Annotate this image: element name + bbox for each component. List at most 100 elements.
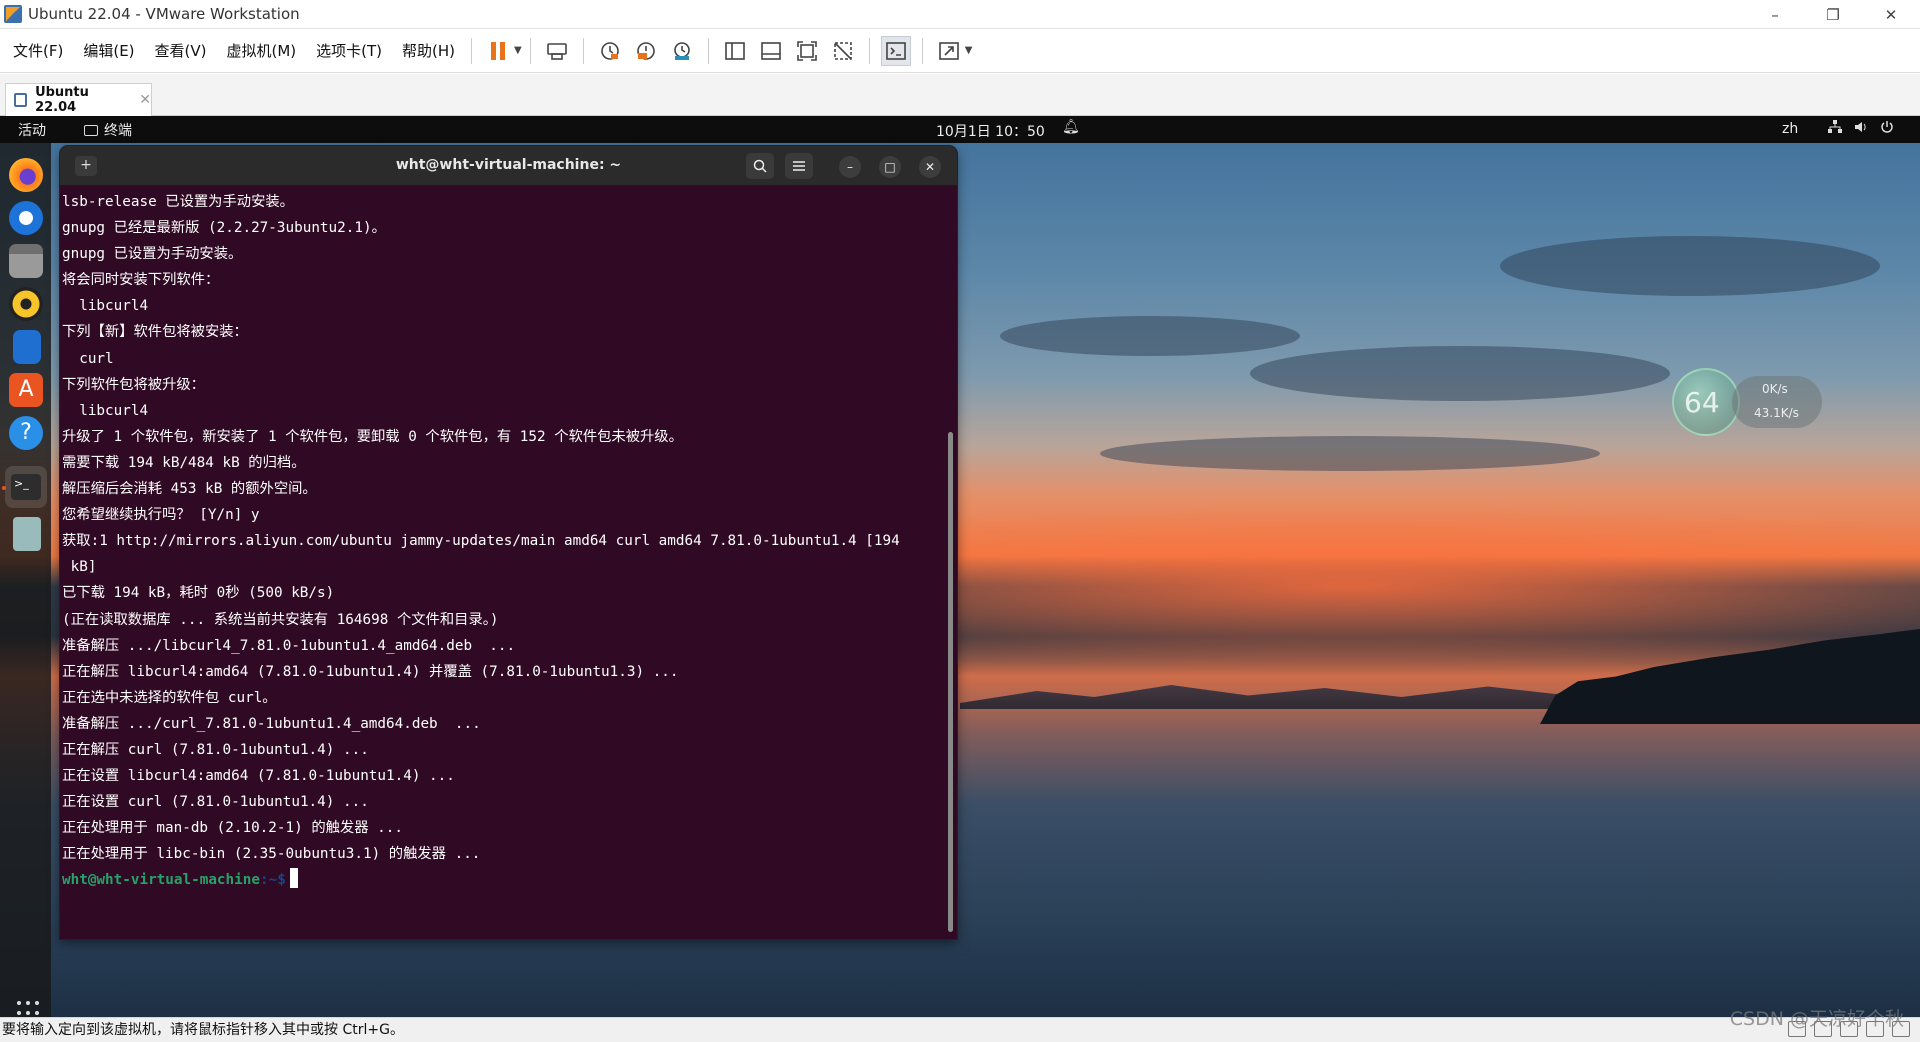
network-speed-widget[interactable]: 64 0K/s 43.1K/s xyxy=(1672,368,1822,436)
console-view-icon[interactable] xyxy=(880,35,911,66)
rhythmbox-icon[interactable] xyxy=(9,287,43,321)
vmware-menubar: 文件(F) 编辑(E) 查看(V) 虚拟机(M) 选项卡(T) 帮助(H) ▼ … xyxy=(0,29,1920,73)
send-ctrl-alt-del-icon[interactable] xyxy=(542,36,572,66)
terminal-line: (正在读取数据库 ... 系统当前共安装有 164698 个文件和目录。) xyxy=(62,611,499,628)
vm-icon xyxy=(14,93,28,107)
upload-speed: 0K/s xyxy=(1762,382,1788,396)
terminal-line: 正在设置 libcurl4:amd64 (7.81.0-1ubuntu1.4) … xyxy=(62,768,455,785)
wallpaper-treeline xyxy=(1540,629,1920,724)
ubuntu-dock: A ? >_ xyxy=(0,143,51,1017)
snapshot-icon[interactable] xyxy=(595,36,625,66)
tab-ubuntu[interactable]: Ubuntu 22.04 ✕ xyxy=(5,83,152,116)
wallpaper-cloud xyxy=(1500,236,1880,296)
terminal-line: gnupg 已经是最新版 (2.2.27-3ubuntu2.1)。 xyxy=(62,220,386,237)
restore-button[interactable]: ❐ xyxy=(1804,0,1862,29)
menu-file[interactable]: 文件(F) xyxy=(5,40,71,61)
unity-mode-icon[interactable] xyxy=(828,36,858,66)
menu-view[interactable]: 查看(V) xyxy=(147,40,215,61)
toolbar-separator xyxy=(582,37,584,64)
terminal-window[interactable]: + wht@wht-virtual-machine: ~ – □ ✕ lsb-r… xyxy=(60,146,957,939)
volume-icon xyxy=(1855,122,1866,132)
wallpaper-cloud xyxy=(1000,316,1300,356)
terminal-line: 正在解压 curl (7.81.0-1ubuntu1.4) ... xyxy=(62,741,369,758)
snapshot-manager-icon[interactable] xyxy=(667,36,697,66)
terminal-line: libcurl4 xyxy=(62,298,149,315)
terminal-line: curl xyxy=(62,350,114,367)
pause-icon[interactable] xyxy=(483,36,513,66)
search-icon[interactable] xyxy=(746,153,774,179)
prompt-path: :~$ xyxy=(259,872,286,889)
stretch-guest-icon[interactable] xyxy=(934,36,964,66)
status-message: 要将输入定向到该虚拟机，请将鼠标指针移入其中或按 Ctrl+G。 xyxy=(2,1022,404,1038)
system-tray[interactable] xyxy=(1828,120,1894,134)
terminal-line: 正在设置 curl (7.81.0-1ubuntu1.4) ... xyxy=(62,794,369,811)
terminal-line: 解压缩后会消耗 453 kB 的额外空间。 xyxy=(62,481,317,498)
firefox-icon[interactable] xyxy=(9,158,43,192)
activities-button[interactable]: 活动 xyxy=(18,120,46,140)
terminal-title: wht@wht-virtual-machine: ~ xyxy=(395,157,622,173)
terminal-scrollbar[interactable] xyxy=(948,432,953,932)
revert-snapshot-icon[interactable] xyxy=(631,36,661,66)
menu-tabs[interactable]: 选项卡(T) xyxy=(308,40,390,61)
writer-icon[interactable] xyxy=(13,330,41,364)
memory-usage-ball: 64 xyxy=(1672,368,1740,436)
app-menu[interactable]: 终端 xyxy=(84,120,132,140)
terminal-line: 需要下载 194 kB/484 kB 的归档。 xyxy=(62,454,306,471)
app-grid-icon[interactable] xyxy=(17,1001,41,1017)
terminal-line: kB] xyxy=(62,559,97,576)
files-icon[interactable] xyxy=(9,244,43,278)
terminal-line: 已下载 194 kB，耗时 0秒 (500 kB/s) xyxy=(62,585,335,602)
terminal-icon xyxy=(84,124,98,136)
close-button[interactable]: ✕ xyxy=(1862,0,1920,29)
trash-icon[interactable] xyxy=(13,517,41,551)
menu-vm[interactable]: 虚拟机(M) xyxy=(219,40,305,61)
tab-close-icon[interactable]: ✕ xyxy=(139,92,151,108)
clock[interactable]: 10月1日 10：50 xyxy=(936,121,1045,141)
app-menu-label: 终端 xyxy=(104,123,132,139)
power-icon xyxy=(1881,121,1893,133)
watermark: CSDN @天凉好个秋 xyxy=(1729,1008,1904,1030)
terminal-dock-item[interactable]: >_ xyxy=(5,466,47,508)
terminal-line: 获取:1 http://mirrors.aliyun.com/ubuntu ja… xyxy=(62,533,900,550)
toolbar-separator xyxy=(921,37,923,64)
close-icon[interactable]: ✕ xyxy=(919,156,941,178)
full-screen-icon[interactable] xyxy=(792,36,822,66)
menu-help[interactable]: 帮助(H) xyxy=(394,40,463,61)
toolbar-separator xyxy=(707,37,709,64)
pause-dropdown-icon[interactable]: ▼ xyxy=(514,45,522,56)
guest-desktop[interactable]: 活动 终端 10月1日 10：50 🔔︎ zh A ? >_ 64 0K/s 4… xyxy=(0,116,1920,1017)
minimize-icon[interactable]: – xyxy=(839,156,861,178)
running-indicator xyxy=(2,486,6,490)
terminal-output[interactable]: lsb-release 已设置为手动安装。 gnupg 已经是最新版 (2.2.… xyxy=(62,186,943,939)
stretch-dropdown-icon[interactable]: ▼ xyxy=(965,45,973,56)
minimize-button[interactable]: – xyxy=(1746,0,1804,29)
help-icon[interactable]: ? xyxy=(9,416,43,450)
terminal-line: 将会同时安装下列软件： xyxy=(62,272,220,289)
terminal-line: 下列软件包将被升级： xyxy=(62,376,205,393)
prompt-user: wht@wht-virtual-machine xyxy=(62,872,260,889)
gnome-topbar: 活动 终端 10月1日 10：50 🔔︎ zh xyxy=(0,116,1920,143)
terminal-prompt[interactable]: wht@wht-virtual-machine:~$ xyxy=(62,867,943,893)
terminal-line: gnupg 已设置为手动安装。 xyxy=(62,246,243,263)
terminal-icon: >_ xyxy=(11,474,41,500)
wallpaper-cloud xyxy=(1250,346,1670,401)
window-controls: – ❐ ✕ xyxy=(1746,0,1920,29)
menu-edit[interactable]: 编辑(E) xyxy=(75,40,142,61)
usage-percent: 64 xyxy=(1684,386,1720,419)
notification-bell-icon[interactable]: 🔔︎ xyxy=(1062,119,1080,135)
wallpaper-cloud xyxy=(1100,436,1600,471)
input-language[interactable]: zh xyxy=(1782,121,1798,137)
terminal-line: 您希望继续执行吗？ [Y/n] y xyxy=(62,507,260,524)
terminal-line: 正在选中未选择的软件包 curl。 xyxy=(62,689,277,706)
tab-label: Ubuntu 22.04 xyxy=(35,85,89,115)
software-icon[interactable]: A xyxy=(9,373,43,407)
thunderbird-icon[interactable] xyxy=(9,201,43,235)
thumbnail-bar-icon[interactable] xyxy=(756,36,786,66)
terminal-line: 正在处理用于 man-db (2.10.2-1) 的触发器 ... xyxy=(62,820,403,837)
show-library-icon[interactable] xyxy=(720,36,750,66)
network-icon xyxy=(1828,120,1842,133)
maximize-icon[interactable]: □ xyxy=(879,156,901,178)
terminal-line: lsb-release 已设置为手动安装。 xyxy=(62,194,294,210)
vmware-statusbar: 要将输入定向到该虚拟机，请将鼠标指针移入其中或按 Ctrl+G。 xyxy=(0,1017,1920,1042)
hamburger-menu-icon[interactable] xyxy=(785,153,813,179)
